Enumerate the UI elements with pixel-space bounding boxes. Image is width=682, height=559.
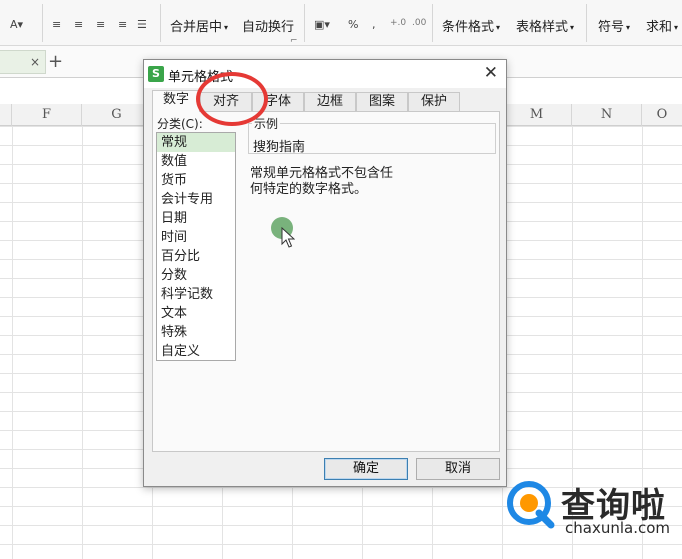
symbol-label: 符号 bbox=[598, 20, 625, 35]
app-logo-icon: S bbox=[148, 66, 164, 82]
watermark-domain: chaxunla.com bbox=[565, 519, 670, 537]
format-description: 何特定的数字格式。 bbox=[250, 182, 368, 197]
close-icon[interactable]: × bbox=[30, 55, 40, 69]
chevron-down-icon: ▾ bbox=[570, 23, 575, 32]
list-item[interactable]: 常规 bbox=[157, 133, 235, 152]
dialog-launcher-icon[interactable]: ⌐ bbox=[290, 36, 298, 46]
column-header[interactable] bbox=[0, 104, 12, 126]
conditional-format-button[interactable]: 条件格式 ▾ bbox=[442, 16, 500, 35]
ok-button[interactable]: 确定 bbox=[324, 458, 408, 480]
ribbon-divider bbox=[432, 4, 433, 42]
chevron-down-icon: ▾ bbox=[496, 23, 501, 32]
list-item[interactable]: 分数 bbox=[157, 266, 235, 285]
ribbon-divider bbox=[304, 4, 305, 42]
fill-color-icon[interactable]: A▾ bbox=[10, 18, 23, 31]
list-item[interactable]: 科学记数 bbox=[157, 285, 235, 304]
chevron-down-icon: ▾ bbox=[674, 23, 679, 32]
percent-button[interactable]: % bbox=[348, 18, 358, 31]
align-center-icon[interactable]: ≡ bbox=[74, 18, 83, 31]
list-item[interactable]: 百分比 bbox=[157, 247, 235, 266]
list-item[interactable]: 时间 bbox=[157, 228, 235, 247]
align-right-icon[interactable]: ≡ bbox=[96, 18, 105, 31]
column-header[interactable]: F bbox=[12, 104, 82, 126]
list-item[interactable]: 会计专用 bbox=[157, 190, 235, 209]
symbol-button[interactable]: 符号 ▾ bbox=[598, 16, 630, 35]
search-logo-icon bbox=[507, 481, 555, 529]
ribbon-toolbar: A▾ ≡ ≡ ≡ ≡ ☰ 合并居中 ▾ 自动换行 ⌐ ▣▾ % , +.0 .00… bbox=[0, 0, 682, 46]
sum-label: 求和 bbox=[646, 20, 673, 35]
cursor-arrow-icon bbox=[281, 227, 295, 248]
category-list[interactable]: 常规 数值 货币 会计专用 日期 时间 百分比 分数 科学记数 文本 特殊 自定… bbox=[156, 132, 236, 361]
tab-border[interactable]: 边框 bbox=[304, 92, 356, 112]
ribbon-divider bbox=[160, 4, 161, 42]
table-style-label: 表格样式 bbox=[516, 20, 569, 35]
list-item[interactable]: 日期 bbox=[157, 209, 235, 228]
add-tab-icon[interactable]: + bbox=[48, 51, 63, 72]
number-tab-panel: 分类(C): 常规 数值 货币 会计专用 日期 时间 百分比 分数 科学记数 文… bbox=[152, 111, 500, 452]
distribute-icon[interactable]: ☰ bbox=[137, 18, 147, 31]
list-item[interactable]: 特殊 bbox=[157, 323, 235, 342]
tab-protection[interactable]: 保护 bbox=[408, 92, 460, 112]
table-style-button[interactable]: 表格样式 ▾ bbox=[516, 16, 574, 35]
dialog-titlebar[interactable]: S 单元格格式 ✕ bbox=[144, 60, 506, 88]
category-label: 分类(C): bbox=[157, 117, 203, 131]
wrap-text-button[interactable]: 自动换行 bbox=[242, 16, 294, 35]
sum-button[interactable]: 求和 ▾ bbox=[646, 16, 678, 35]
column-header[interactable]: G bbox=[82, 104, 152, 126]
sample-value: 搜狗指南 bbox=[253, 140, 306, 155]
tab-pattern[interactable]: 图案 bbox=[356, 92, 408, 112]
list-item[interactable]: 数值 bbox=[157, 152, 235, 171]
conditional-format-label: 条件格式 bbox=[442, 20, 495, 35]
list-item[interactable]: 自定义 bbox=[157, 342, 235, 361]
chevron-down-icon: ▾ bbox=[224, 23, 229, 32]
cancel-button[interactable]: 取消 bbox=[416, 458, 500, 480]
ribbon-divider bbox=[586, 4, 587, 42]
number-format-icon[interactable]: ▣▾ bbox=[314, 18, 330, 31]
merge-center-label: 合并居中 bbox=[170, 20, 223, 35]
close-icon[interactable]: ✕ bbox=[484, 63, 498, 83]
increase-decimal-icon[interactable]: +.0 bbox=[390, 18, 406, 28]
chevron-down-icon: ▾ bbox=[626, 23, 631, 32]
tab-number[interactable]: 数字 bbox=[152, 90, 200, 112]
merge-center-button[interactable]: 合并居中 ▾ bbox=[170, 16, 228, 35]
justify-icon[interactable]: ≡ bbox=[118, 18, 127, 31]
align-left-icon[interactable]: ≡ bbox=[52, 18, 61, 31]
column-header[interactable]: O bbox=[642, 104, 682, 126]
column-header[interactable]: N bbox=[572, 104, 642, 126]
decrease-decimal-icon[interactable]: .00 bbox=[412, 18, 426, 28]
thousands-separator-button[interactable]: , bbox=[372, 18, 376, 31]
format-cells-dialog: S 单元格格式 ✕ 数字 对齐 字体 边框 图案 保护 分类(C): 常规 数值… bbox=[143, 59, 507, 487]
list-item[interactable]: 文本 bbox=[157, 304, 235, 323]
ribbon-divider bbox=[42, 4, 43, 42]
list-item[interactable]: 货币 bbox=[157, 171, 235, 190]
column-header[interactable]: M bbox=[502, 104, 572, 126]
highlight-circle bbox=[196, 72, 268, 126]
